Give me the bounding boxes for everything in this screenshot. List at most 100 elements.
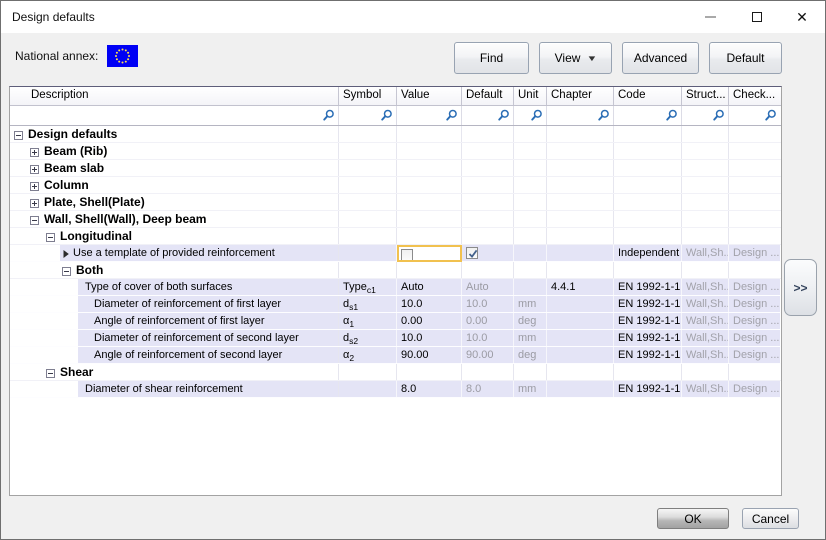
- table-row[interactable]: Type of cover of both surfacesTypec1Auto…: [10, 279, 781, 296]
- table-row[interactable]: Longitudinal: [10, 228, 781, 245]
- table-row[interactable]: Diameter of reinforcement of second laye…: [10, 330, 781, 347]
- tree-expand-icon[interactable]: [30, 180, 39, 189]
- cell-struct: [682, 160, 729, 176]
- table-row[interactable]: Diameter of reinforcement of first layer…: [10, 296, 781, 313]
- tree-collapse-icon[interactable]: [14, 129, 23, 138]
- cell-description: Diameter of reinforcement of second laye…: [10, 330, 339, 346]
- tree-expand-icon[interactable]: [30, 197, 39, 206]
- table-row[interactable]: Wall, Shell(Wall), Deep beam: [10, 211, 781, 228]
- cell-value[interactable]: [397, 194, 462, 210]
- table-row[interactable]: Both: [10, 262, 781, 279]
- column-header-value[interactable]: Value: [397, 87, 462, 105]
- cell-value[interactable]: [397, 245, 462, 262]
- tree-collapse-icon[interactable]: [46, 367, 55, 376]
- filter-cell-default[interactable]: [462, 106, 514, 125]
- cell-value[interactable]: [397, 126, 462, 142]
- cancel-button[interactable]: Cancel: [742, 508, 799, 529]
- filter-cell-struct[interactable]: [682, 106, 729, 125]
- column-header-check[interactable]: Check...: [729, 87, 780, 105]
- tree-arrow-icon[interactable]: [62, 248, 70, 258]
- cell-value[interactable]: 0.00: [397, 313, 462, 329]
- search-icon[interactable]: [665, 109, 678, 122]
- cell-value[interactable]: 90.00: [397, 347, 462, 363]
- minimize-button[interactable]: [693, 1, 727, 33]
- cell-struct: [682, 262, 729, 278]
- filter-cell-description[interactable]: [10, 106, 339, 125]
- cell-description: Column: [10, 177, 339, 193]
- table-row[interactable]: Column: [10, 177, 781, 194]
- cell-check: [729, 364, 780, 380]
- maximize-button[interactable]: [740, 1, 774, 33]
- cell-value[interactable]: 10.0: [397, 296, 462, 312]
- view-button[interactable]: View▼: [539, 42, 612, 74]
- tree-expand-icon[interactable]: [30, 163, 39, 172]
- search-icon[interactable]: [530, 109, 543, 122]
- filter-cell-unit[interactable]: [514, 106, 547, 125]
- table-row[interactable]: Beam slab: [10, 160, 781, 177]
- column-header-unit[interactable]: Unit: [514, 87, 547, 105]
- column-header-description[interactable]: Description: [10, 87, 339, 105]
- search-icon[interactable]: [597, 109, 610, 122]
- tree-collapse-icon[interactable]: [62, 265, 71, 274]
- cell-value[interactable]: [397, 160, 462, 176]
- column-header-code[interactable]: Code: [614, 87, 682, 105]
- cell-chapter: [547, 313, 614, 329]
- search-icon[interactable]: [380, 109, 393, 122]
- ok-button[interactable]: OK: [657, 508, 729, 529]
- table-row[interactable]: Angle of reinforcement of first layerα10…: [10, 313, 781, 330]
- cell-value[interactable]: [397, 262, 462, 278]
- filter-cell-code[interactable]: [614, 106, 682, 125]
- cell-value[interactable]: 8.0: [397, 381, 462, 397]
- tree-expand-icon[interactable]: [30, 146, 39, 155]
- table-row[interactable]: Shear: [10, 364, 781, 381]
- value-checkbox[interactable]: [401, 249, 413, 261]
- close-button[interactable]: ✕: [785, 1, 819, 33]
- default-button[interactable]: Default: [709, 42, 782, 74]
- tree-collapse-icon[interactable]: [30, 214, 39, 223]
- cell-check: Design ...: [729, 296, 780, 312]
- column-header-symbol[interactable]: Symbol: [339, 87, 397, 105]
- cell-default: [462, 194, 514, 210]
- cell-value[interactable]: [397, 228, 462, 244]
- cell-value[interactable]: Auto: [397, 279, 462, 295]
- filter-cell-value[interactable]: [397, 106, 462, 125]
- row-label: Diameter of reinforcement of second laye…: [94, 330, 299, 346]
- table-row[interactable]: Angle of reinforcement of second layerα2…: [10, 347, 781, 364]
- search-icon[interactable]: [322, 109, 335, 122]
- cell-symbol: [339, 211, 397, 227]
- filter-cell-symbol[interactable]: [339, 106, 397, 125]
- column-header-chapter[interactable]: Chapter: [547, 87, 614, 105]
- find-button[interactable]: Find: [454, 42, 529, 74]
- filter-cell-check[interactable]: [729, 106, 780, 125]
- cell-value[interactable]: [397, 177, 462, 193]
- advanced-button[interactable]: Advanced: [622, 42, 699, 74]
- cell-unit: deg: [514, 313, 547, 329]
- cell-value[interactable]: [397, 143, 462, 159]
- filter-cell-chapter[interactable]: [547, 106, 614, 125]
- cell-value[interactable]: [397, 211, 462, 227]
- cell-value[interactable]: [397, 364, 462, 380]
- row-label: Wall, Shell(Wall), Deep beam: [44, 211, 206, 227]
- search-icon[interactable]: [497, 109, 510, 122]
- row-label: Beam (Rib): [44, 143, 107, 159]
- tree-collapse-icon[interactable]: [46, 231, 55, 240]
- cell-code: [614, 228, 682, 244]
- table-row[interactable]: Design defaults: [10, 126, 781, 143]
- cell-default: Auto: [462, 279, 514, 295]
- table-row[interactable]: Diameter of shear reinforcement8.08.0mmE…: [10, 381, 781, 398]
- search-icon[interactable]: [764, 109, 777, 122]
- cell-check: Design ...: [729, 279, 780, 295]
- table-row[interactable]: Use a template of provided reinforcement…: [10, 245, 781, 262]
- row-label: Angle of reinforcement of first layer: [94, 313, 265, 329]
- cell-check: [729, 143, 780, 159]
- cell-unit: [514, 194, 547, 210]
- expand-panel-button[interactable]: >>: [784, 259, 817, 316]
- table-row[interactable]: Beam (Rib): [10, 143, 781, 160]
- column-header-struct[interactable]: Struct...: [682, 87, 729, 105]
- search-icon[interactable]: [445, 109, 458, 122]
- search-icon[interactable]: [712, 109, 725, 122]
- toolbar: National annex: Find View▼ Advanced Defa…: [1, 33, 825, 86]
- column-header-default[interactable]: Default: [462, 87, 514, 105]
- table-row[interactable]: Plate, Shell(Plate): [10, 194, 781, 211]
- cell-value[interactable]: 10.0: [397, 330, 462, 346]
